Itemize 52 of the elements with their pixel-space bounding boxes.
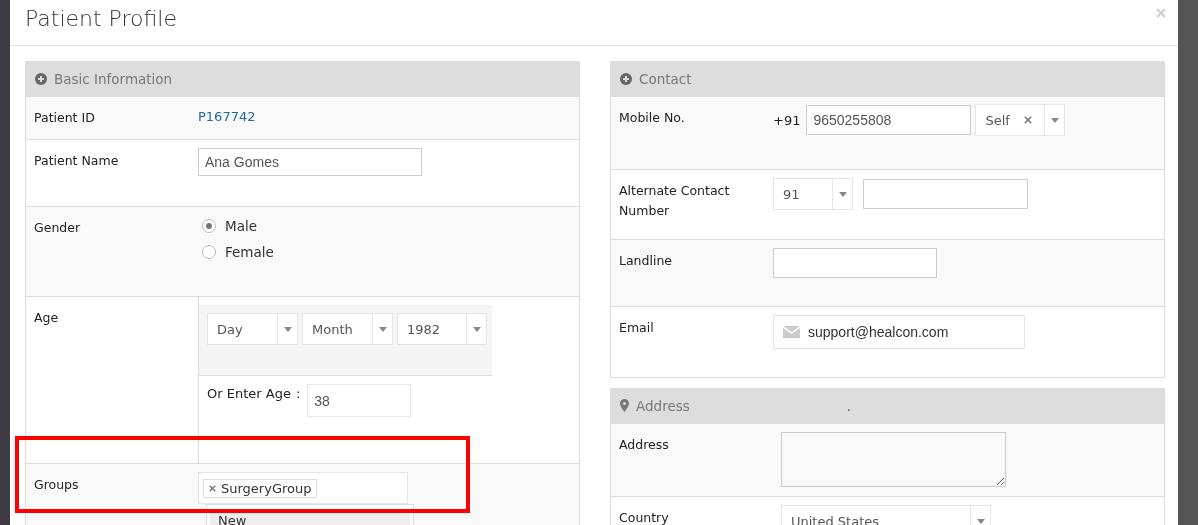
field-label: Gender <box>34 220 81 235</box>
field-label: Email <box>619 320 654 335</box>
select-field[interactable]: Month <box>302 313 393 345</box>
select-field[interactable]: Day <box>207 313 298 345</box>
section-title: Basic Information <box>54 70 173 87</box>
radio-label: Male <box>225 218 257 234</box>
mobile-field[interactable]: 9650255808 <box>806 105 972 135</box>
field-label: Groups <box>34 477 79 492</box>
header-note: . <box>846 397 852 414</box>
groups-field[interactable]: SurgeryGroup <box>198 472 408 504</box>
field-label: Mobile No. <box>619 110 685 125</box>
field-label: Landline <box>619 253 673 268</box>
remove-icon[interactable] <box>1024 116 1033 124</box>
caret-icon <box>378 326 387 332</box>
patient-id-link[interactable]: P167742 <box>198 105 256 124</box>
select-field[interactable]: United States <box>781 505 991 525</box>
phone-field[interactable] <box>863 179 1028 209</box>
remove-icon[interactable] <box>209 484 216 492</box>
radio-label: Female <box>225 244 274 260</box>
text-field[interactable] <box>773 248 937 278</box>
envelope-icon <box>783 326 800 338</box>
select-field[interactable]: 1982 <box>397 313 487 345</box>
text-field[interactable]: Ana Gomes <box>198 148 422 176</box>
radio-button[interactable] <box>202 245 216 259</box>
select-field[interactable]: Self <box>975 104 1066 136</box>
map-pin-icon <box>620 399 629 412</box>
caret-icon <box>1050 117 1059 123</box>
dialog-title: Patient Profile <box>25 6 177 31</box>
field-label: Alternate Contact Number <box>619 183 730 218</box>
country-code: +91 <box>773 112 801 128</box>
field-label: Patient ID <box>34 110 95 125</box>
address-field[interactable] <box>781 432 1006 487</box>
radio-button[interactable] <box>202 219 216 233</box>
section-header[interactable]: Address . <box>611 388 1164 423</box>
field-label: Age <box>34 310 59 325</box>
field-label: Country <box>619 510 669 525</box>
caret-icon <box>283 326 292 332</box>
section-title: Contact <box>639 70 692 87</box>
caret-icon <box>976 518 985 524</box>
age-field[interactable]: 38 <box>307 384 412 417</box>
plus-circle-icon[interactable] <box>620 72 632 85</box>
field-label: Patient Name <box>34 153 119 168</box>
caret-icon <box>472 326 481 332</box>
email-field[interactable]: support@healcon.com <box>773 315 1025 349</box>
section-title: Address <box>636 397 690 414</box>
caret-icon <box>838 191 847 197</box>
age-label: Or Enter Age <box>207 385 291 401</box>
field-label: Address <box>619 437 669 452</box>
plus-circle-icon[interactable] <box>35 72 47 85</box>
select-field[interactable]: 91 <box>773 178 853 210</box>
separator: : <box>295 385 301 401</box>
group-tag: SurgeryGroup <box>203 478 318 498</box>
